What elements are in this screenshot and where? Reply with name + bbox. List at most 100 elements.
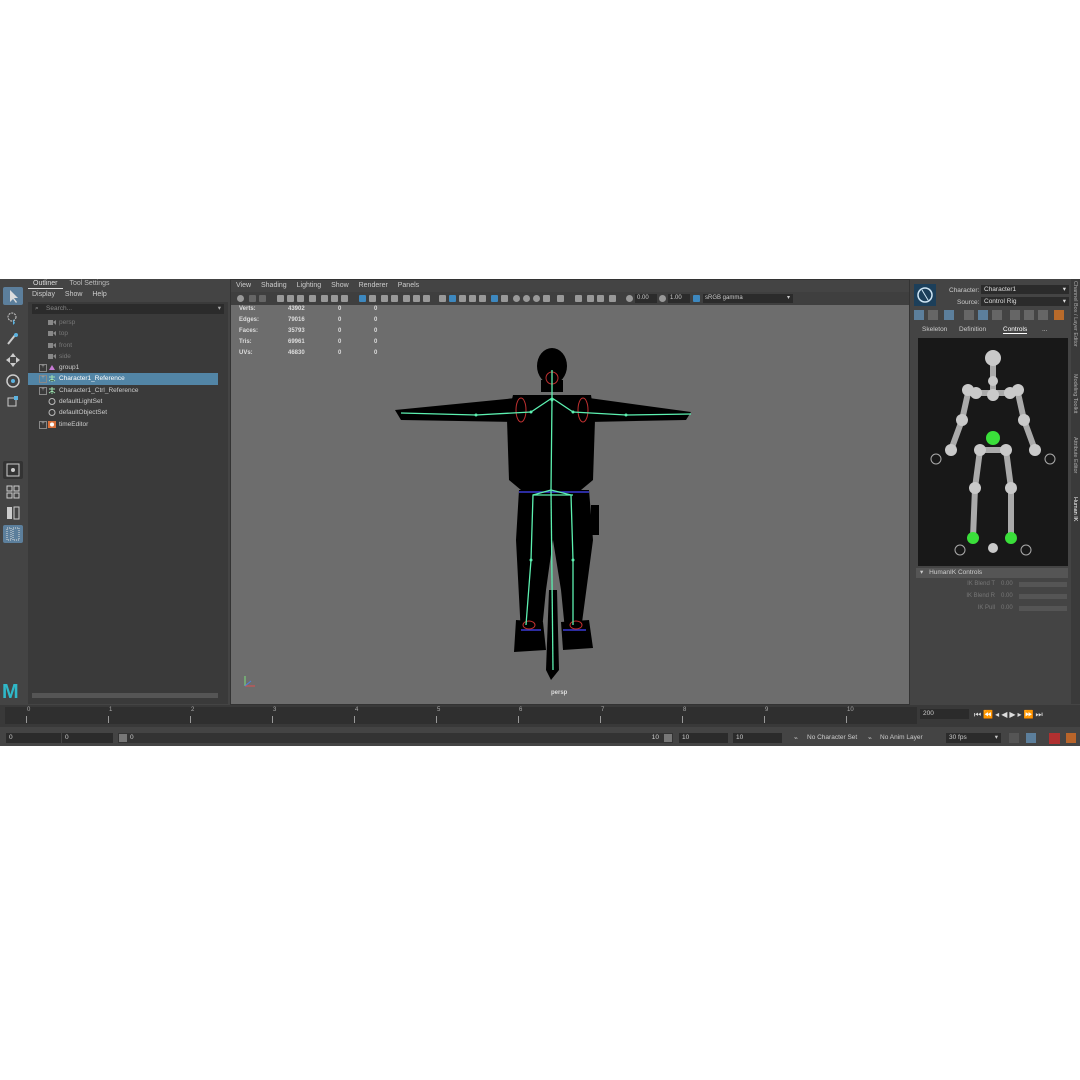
list-item[interactable]: persp	[28, 317, 218, 328]
smooth-shade-icon[interactable]	[413, 295, 420, 302]
list-item[interactable]: front	[28, 340, 218, 351]
xray-icon[interactable]	[543, 295, 550, 302]
outliner-layout-icon[interactable]	[3, 525, 23, 543]
go-to-end-icon[interactable]: ⏭	[1035, 710, 1044, 719]
film-gate-icon[interactable]	[321, 295, 328, 302]
grease-pencil-icon[interactable]	[297, 295, 304, 302]
tab-modeling-toolkit[interactable]: Modeling Toolkit	[1072, 374, 1078, 413]
character-icon[interactable]	[1054, 310, 1064, 320]
expand-icon[interactable]: +	[39, 386, 47, 395]
list-item-selected[interactable]: + Character1_Reference	[28, 373, 218, 385]
selection-only-icon[interactable]	[944, 310, 954, 320]
character-model[interactable]	[381, 340, 701, 680]
loop-icon[interactable]	[1009, 733, 1019, 743]
tab-definition[interactable]: Definition	[959, 326, 986, 333]
persp-outliner-layout-icon[interactable]	[3, 504, 23, 522]
range-slider[interactable]: 0 10	[118, 733, 673, 743]
safe-title-icon[interactable]	[391, 295, 398, 302]
menu-help[interactable]: Help	[92, 291, 106, 298]
text-icon[interactable]	[423, 295, 430, 302]
step-back-key-icon[interactable]: ⏪	[983, 710, 995, 719]
mirror-icon[interactable]	[1024, 310, 1034, 320]
menu-panels[interactable]: Panels	[398, 280, 419, 292]
use-all-lights-icon[interactable]	[459, 295, 466, 302]
field-chart-icon[interactable]	[369, 295, 376, 302]
slider-row[interactable]: IK Blend T 0.00	[916, 581, 1068, 593]
ui-toggle-icon[interactable]	[609, 295, 616, 302]
safe-action-icon[interactable]	[381, 295, 388, 302]
play-forward-icon[interactable]: ▶	[1009, 710, 1017, 719]
expand-icon[interactable]: +	[39, 364, 47, 373]
humanik-control-figure[interactable]	[918, 338, 1068, 566]
select-tool-icon[interactable]	[3, 287, 23, 305]
2d-pan-zoom-icon[interactable]	[287, 295, 294, 302]
full-body-icon[interactable]	[914, 310, 924, 320]
menu-show[interactable]: Show	[331, 280, 349, 292]
gamma-field[interactable]: 1.00	[668, 294, 690, 303]
character-set-menu[interactable]: No Character Set	[807, 734, 857, 741]
multisample-aa-icon[interactable]	[513, 295, 520, 302]
list-item[interactable]: side	[28, 351, 218, 362]
tab-tool-settings[interactable]: Tool Settings	[64, 279, 114, 288]
grid-icon[interactable]	[359, 295, 366, 302]
bookmark-icon[interactable]	[259, 295, 266, 302]
image-plane-icon[interactable]	[277, 295, 284, 302]
shadows-icon[interactable]	[469, 295, 476, 302]
key-icon[interactable]	[1010, 310, 1020, 320]
list-item[interactable]: top	[28, 328, 218, 339]
humanik-controls-header[interactable]: ▾ HumanIK Controls	[916, 568, 1068, 578]
color-management-icon[interactable]	[693, 295, 700, 302]
go-to-start-icon[interactable]: ⏮	[974, 710, 983, 719]
tab-outliner[interactable]: Outliner	[28, 279, 63, 289]
tab-channel-box[interactable]: Channel Box / Layer Editor	[1072, 281, 1078, 347]
body-part-icon[interactable]	[928, 310, 938, 320]
outliner-search-input[interactable]: ⌕ Search... ▾	[32, 304, 224, 314]
expand-icon[interactable]: +	[39, 420, 47, 429]
range-end-handle[interactable]	[664, 734, 672, 742]
animation-end-field[interactable]: 10	[733, 733, 782, 743]
gate-mask-icon[interactable]	[341, 295, 348, 302]
playback-end-field[interactable]: 10	[679, 733, 728, 743]
scale-tool-icon[interactable]	[3, 393, 23, 411]
outliner-horizontal-scrollbar[interactable]	[32, 693, 218, 698]
time-slider[interactable]: 0 1 2 3 4 5 6 7 8 9 10 200 ⏮⏪◂◀▶▸⏩⏭	[0, 705, 1080, 727]
gamma-icon[interactable]	[659, 295, 666, 302]
list-item[interactable]: + timeEditor	[28, 419, 218, 430]
animation-start-field[interactable]: 0	[6, 733, 61, 743]
range-start-handle[interactable]	[119, 734, 127, 742]
list-item[interactable]: defaultObjectSet	[28, 407, 218, 418]
tab-controls[interactable]: Controls	[1003, 326, 1028, 334]
menu-view[interactable]: View	[236, 280, 251, 292]
pin-translation-icon[interactable]	[978, 310, 988, 320]
auto-keyframe-toggle-icon[interactable]	[1049, 733, 1060, 744]
wireframe-icon[interactable]	[403, 295, 410, 302]
xray-joints-icon[interactable]	[491, 295, 498, 302]
screen-space-ao-icon[interactable]	[479, 295, 486, 302]
camera-select-icon[interactable]	[237, 295, 244, 302]
lasso-tool-icon[interactable]	[3, 309, 23, 327]
fps-select[interactable]: 30 fps ▾	[946, 733, 1001, 743]
source-select[interactable]: Control Rig ▾	[981, 297, 1069, 306]
menu-shading[interactable]: Shading	[261, 280, 287, 292]
single-perspective-layout-icon[interactable]	[3, 461, 23, 479]
exposure-field[interactable]: 0.00	[635, 294, 657, 303]
slider-row[interactable]: IK Pull 0.00	[916, 605, 1068, 617]
motion-blur-icon[interactable]	[501, 295, 508, 302]
tab-attribute-editor[interactable]: Attribute Editor	[1072, 437, 1078, 473]
resolution-gate-icon[interactable]	[331, 295, 338, 302]
playback-start-field[interactable]: 0	[62, 733, 113, 743]
menu-renderer[interactable]: Renderer	[359, 280, 388, 292]
camera-icon[interactable]	[575, 295, 582, 302]
menu-lighting[interactable]: Lighting	[297, 280, 322, 292]
current-frame-field[interactable]: 200	[920, 709, 969, 719]
exposure-icon[interactable]	[626, 295, 633, 302]
list-item[interactable]: + group1	[28, 362, 218, 373]
four-view-layout-icon[interactable]	[3, 483, 23, 501]
tab-more[interactable]: ...	[1042, 326, 1047, 333]
stance-pose-icon[interactable]	[964, 310, 974, 320]
playblast-icon[interactable]	[597, 295, 604, 302]
auto-key-icon[interactable]	[1026, 733, 1036, 743]
list-item[interactable]: + Character1_Ctrl_Reference	[28, 385, 218, 396]
chevron-down-icon[interactable]: ▾	[218, 304, 221, 314]
slider-row[interactable]: IK Blend R 0.00	[916, 593, 1068, 605]
